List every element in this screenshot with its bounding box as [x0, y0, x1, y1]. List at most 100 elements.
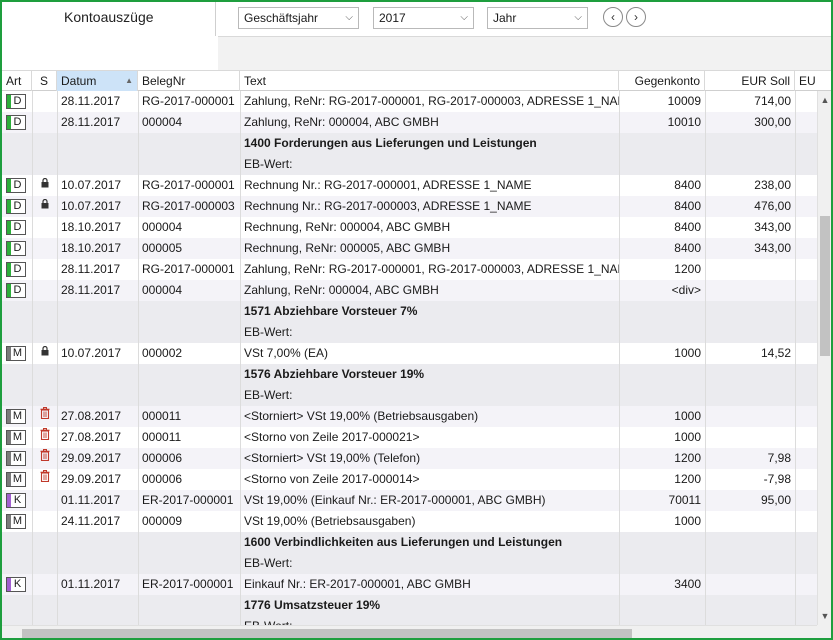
- booking-type-badge: D: [6, 262, 26, 277]
- date-cell: 01.11.2017: [61, 577, 121, 591]
- table-row[interactable]: K 01.11.2017 ER-2017-000001 Einkauf Nr.: ER…: [2, 574, 817, 595]
- date-cell: 24.11.2017: [61, 514, 121, 528]
- contra-account-cell: 10009: [667, 94, 701, 108]
- document-number-cell: RG-2017-000001: [142, 178, 235, 192]
- contra-account-cell: 1200: [674, 451, 701, 465]
- debit-amount-cell: -7,98: [763, 472, 791, 486]
- account-group-row[interactable]: 1571 Abziehbare Vorsteuer 7%: [2, 301, 817, 322]
- debit-amount-cell: 14,52: [760, 346, 791, 360]
- column-header-datum[interactable]: Datum ▲: [57, 71, 138, 91]
- table-row[interactable]: D 28.11.2017 RG-2017-000001 Zahlung, ReNr: …: [2, 259, 817, 280]
- debit-amount-cell: [705, 280, 795, 301]
- opening-balance-row[interactable]: EB-Wert:: [2, 154, 817, 175]
- previous-period-button[interactable]: ‹: [603, 7, 623, 27]
- debit-amount-cell: 7,98: [767, 451, 791, 465]
- account-group-row[interactable]: 1576 Abziehbare Vorsteuer 19%: [2, 364, 817, 385]
- column-header-eur-soll[interactable]: EUR Soll: [705, 71, 795, 91]
- account-group-title: 1600 Verbindlichkeiten aus Lieferungen u…: [244, 535, 563, 549]
- booking-text-cell: Zahlung, ReNr: RG-2017-000001, RG-2017-0…: [244, 262, 619, 276]
- column-header-text[interactable]: Text: [240, 71, 619, 91]
- document-number-cell: ER-2017-000001: [142, 577, 234, 591]
- date-cell: 29.09.2017: [61, 451, 122, 465]
- chevron-down-icon: ⌵: [345, 12, 353, 23]
- lock-icon: [39, 343, 51, 364]
- opening-balance-label: EB-Wert:: [244, 157, 293, 171]
- table-row[interactable]: D 28.11.2017 RG-2017-000001 Zahlung, ReNr: …: [2, 91, 817, 112]
- table-row[interactable]: M 29.09.2017 000006 <Storniert> VSt 19,00% …: [2, 448, 817, 469]
- scroll-down-icon[interactable]: ▼: [818, 609, 831, 623]
- contra-account-cell: <div>: [671, 283, 701, 297]
- contra-account-cell: 70011: [668, 493, 701, 507]
- debit-amount-cell: 714,00: [754, 94, 791, 108]
- document-number-cell: 000011: [142, 430, 182, 444]
- column-divider: [705, 91, 706, 625]
- date-cell: 28.11.2017: [61, 115, 121, 129]
- column-header-s[interactable]: S: [32, 71, 57, 91]
- column-header-eur-haben[interactable]: EU: [795, 71, 831, 91]
- horizontal-scroll-thumb[interactable]: [22, 629, 632, 638]
- vertical-scroll-thumb[interactable]: [820, 216, 830, 356]
- document-number-cell: 000005: [142, 241, 183, 255]
- vertical-scrollbar[interactable]: ▲ ▼: [817, 91, 831, 625]
- table-row[interactable]: D 28.11.2017 000004 Zahlung, ReNr: 000004, …: [2, 112, 817, 133]
- booking-text-cell: Zahlung, ReNr: 000004, ABC GMBH: [244, 283, 439, 297]
- contra-account-cell: 8400: [674, 199, 701, 213]
- table-row[interactable]: D 28.11.2017 000004 Zahlung, ReNr: 000004, …: [2, 280, 817, 301]
- account-group-row[interactable]: 1776 Umsatzsteuer 19%: [2, 595, 817, 616]
- contra-account-cell: 10010: [667, 115, 701, 129]
- scroll-up-icon[interactable]: ▲: [818, 93, 831, 107]
- document-number-cell: 000006: [142, 472, 183, 486]
- account-group-title: 1776 Umsatzsteuer 19%: [244, 598, 381, 612]
- date-cell: 10.07.2017: [61, 178, 122, 192]
- table-row[interactable]: D 18.10.2017 000004 Rechnung, ReNr: 000004,…: [2, 217, 817, 238]
- column-header-datum-label: Datum: [61, 74, 97, 88]
- contra-account-cell: 3400: [674, 577, 701, 591]
- document-number-cell: 000006: [142, 451, 183, 465]
- opening-balance-row[interactable]: EB-Wert:: [2, 385, 817, 406]
- booking-type-badge: D: [6, 199, 26, 214]
- period-select[interactable]: Jahr ⌵: [487, 7, 588, 29]
- chevron-down-icon: ⌵: [574, 12, 582, 23]
- column-header-art[interactable]: Art: [2, 71, 32, 91]
- date-cell: 10.07.2017: [61, 199, 122, 213]
- debit-amount-cell: [705, 406, 795, 427]
- booking-type-badge: D: [6, 178, 26, 193]
- booking-type-badge: M: [6, 409, 26, 424]
- date-cell: 10.07.2017: [61, 346, 122, 360]
- lock-icon: [39, 196, 51, 217]
- contra-account-cell: 1200: [674, 472, 701, 486]
- next-period-button[interactable]: ›: [626, 7, 646, 27]
- document-number-cell: 000004: [142, 220, 183, 234]
- column-header-belegnr[interactable]: BelegNr: [138, 71, 240, 91]
- opening-balance-row[interactable]: EB-Wert:: [2, 553, 817, 574]
- period-select-value: Jahr: [493, 11, 517, 25]
- booking-type-badge: D: [6, 94, 26, 109]
- booking-text-cell: Rechnung, ReNr: 000004, ABC GMBH: [244, 220, 451, 234]
- table-row[interactable]: M 29.09.2017 000006 <Storno von Zeile 2017-…: [2, 469, 817, 490]
- table-row[interactable]: D 18.10.2017 000005 Rechnung, ReNr: 000005,…: [2, 238, 817, 259]
- debit-amount-cell: 343,00: [754, 220, 791, 234]
- toolbar-secondary-area: [218, 36, 831, 70]
- document-number-cell: 000002: [142, 346, 183, 360]
- table-row[interactable]: K 01.11.2017 ER-2017-000001 VSt 19,00% (Ein…: [2, 490, 817, 511]
- account-group-row[interactable]: 1400 Forderungen aus Lieferungen und Lei…: [2, 133, 817, 154]
- contra-account-cell: 1200: [674, 262, 701, 276]
- year-select[interactable]: 2017 ⌵: [373, 7, 474, 29]
- fiscal-year-select[interactable]: Geschäftsjahr ⌵: [238, 7, 359, 29]
- table-row[interactable]: D 10.07.2017 RG-2017-000001 Rechnung Nr.: R…: [2, 175, 817, 196]
- table-row[interactable]: M 24.11.2017 000009 VSt 19,00% (Betriebsaus…: [2, 511, 817, 532]
- table-row[interactable]: M 27.08.2017 000011 <Storno von Zeile 2017-…: [2, 427, 817, 448]
- opening-balance-row[interactable]: EB-Wert:: [2, 322, 817, 343]
- booking-type-badge: D: [6, 283, 26, 298]
- table-row[interactable]: D 10.07.2017 RG-2017-000003 Rechnung Nr.: R…: [2, 196, 817, 217]
- table-row[interactable]: M 27.08.2017 000011 <Storniert> VSt 19,00% …: [2, 406, 817, 427]
- column-divider: [32, 91, 33, 625]
- table-header: Art S Datum ▲ BelegNr Text Gegenkonto EU…: [2, 70, 831, 91]
- date-cell: 29.09.2017: [61, 472, 122, 486]
- bookings-table: D 28.11.2017 RG-2017-000001 Zahlung, ReNr: …: [2, 91, 817, 625]
- column-header-gegenkonto[interactable]: Gegenkonto: [619, 71, 705, 91]
- table-row[interactable]: M 10.07.2017 000002 VSt 7,00% (EA) 1000 14,52: [2, 343, 817, 364]
- account-group-row[interactable]: 1600 Verbindlichkeiten aus Lieferungen u…: [2, 532, 817, 553]
- horizontal-scrollbar[interactable]: [2, 625, 817, 638]
- opening-balance-row[interactable]: EB-Wert:: [2, 616, 817, 625]
